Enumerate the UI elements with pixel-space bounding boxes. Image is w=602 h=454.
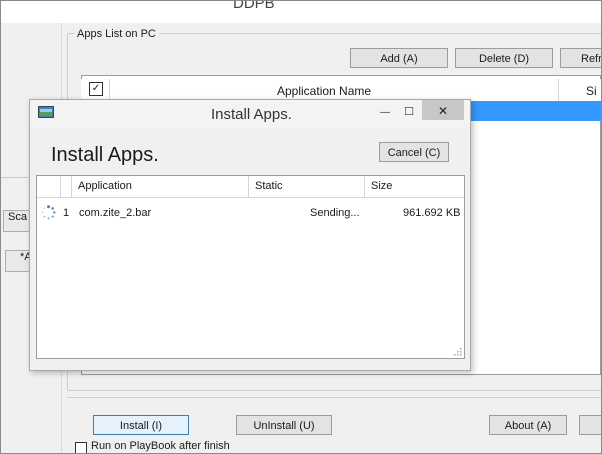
uninstall-button-label: UnInstall (U) [253, 420, 315, 432]
col-size[interactable]: Si [586, 84, 597, 98]
add-button-label: Add (A) [380, 53, 418, 65]
row-size: 961.692 KB [403, 207, 461, 219]
run-after-finish-checkbox[interactable] [75, 442, 87, 453]
close-icon: ✕ [437, 104, 449, 118]
cancel-button-label: Cancel (C) [387, 147, 441, 159]
run-after-finish-label: Run on PlayBook after finish [91, 440, 230, 452]
col-application-name[interactable]: Application Name [277, 84, 371, 98]
maximize-button[interactable]: ☐ [394, 100, 424, 120]
column-separator [248, 176, 249, 197]
delete-button-label: Delete (D) [478, 53, 530, 65]
delete-button[interactable]: Delete (D) [455, 48, 553, 68]
refresh-button-label: Refr [581, 53, 602, 65]
header-separator [558, 79, 559, 101]
column-separator [364, 176, 365, 197]
loading-spinner-icon [41, 205, 56, 220]
resize-grip-icon[interactable] [454, 348, 462, 356]
scan-button-label: Sca [8, 211, 27, 223]
app-window-icon [38, 106, 54, 118]
dialog-titlebar[interactable]: Install Apps. — ☐ ✕ [30, 100, 470, 128]
install-row[interactable]: 1 com.zite_2.bar Sending... 961.692 KB [37, 203, 464, 223]
uninstall-button[interactable]: UnInstall (U) [236, 415, 332, 435]
col-static[interactable]: Static [255, 180, 283, 192]
refresh-button[interactable]: Refr [560, 48, 602, 68]
header-separator [109, 79, 110, 101]
install-list-header: Application Static Size [37, 176, 464, 198]
main-titlebar: DDPB [1, 1, 601, 23]
screenshot-frame: DDPB Sca *A Apps List on PC Add (A) Dele… [0, 0, 602, 454]
selected-row[interactable] [469, 101, 601, 121]
add-button[interactable]: Add (A) [350, 48, 448, 68]
extra-button[interactable] [579, 415, 601, 435]
install-progress-list[interactable]: Application Static Size 1 com.zite_2.bar… [36, 175, 465, 359]
maximize-icon: ☐ [404, 106, 414, 118]
about-button-label: About (A) [504, 420, 552, 432]
install-button-label: Install (I) [119, 420, 163, 432]
minimize-icon: — [380, 107, 390, 118]
row-status: Sending... [310, 207, 360, 219]
row-application: com.zite_2.bar [79, 207, 152, 219]
app-title: DDPB [233, 0, 275, 12]
close-button[interactable]: ✕ [422, 100, 464, 120]
col-size[interactable]: Size [371, 180, 392, 192]
install-button[interactable]: Install (I) [93, 415, 189, 435]
dialog-heading: Install Apps. [51, 144, 159, 166]
install-apps-dialog: Install Apps. — ☐ ✕ Install Apps. Cancel… [29, 99, 471, 371]
apps-list-group-label: Apps List on PC [74, 28, 159, 40]
dialog-title: Install Apps. [211, 106, 292, 123]
col-application[interactable]: Application [78, 180, 132, 192]
about-button[interactable]: About (A) [489, 415, 567, 435]
cancel-button[interactable]: Cancel (C) [379, 142, 449, 162]
column-separator [71, 176, 72, 197]
row-index: 1 [63, 207, 70, 219]
column-separator [60, 176, 61, 197]
select-all-checkbox[interactable]: ✓ [89, 82, 103, 96]
